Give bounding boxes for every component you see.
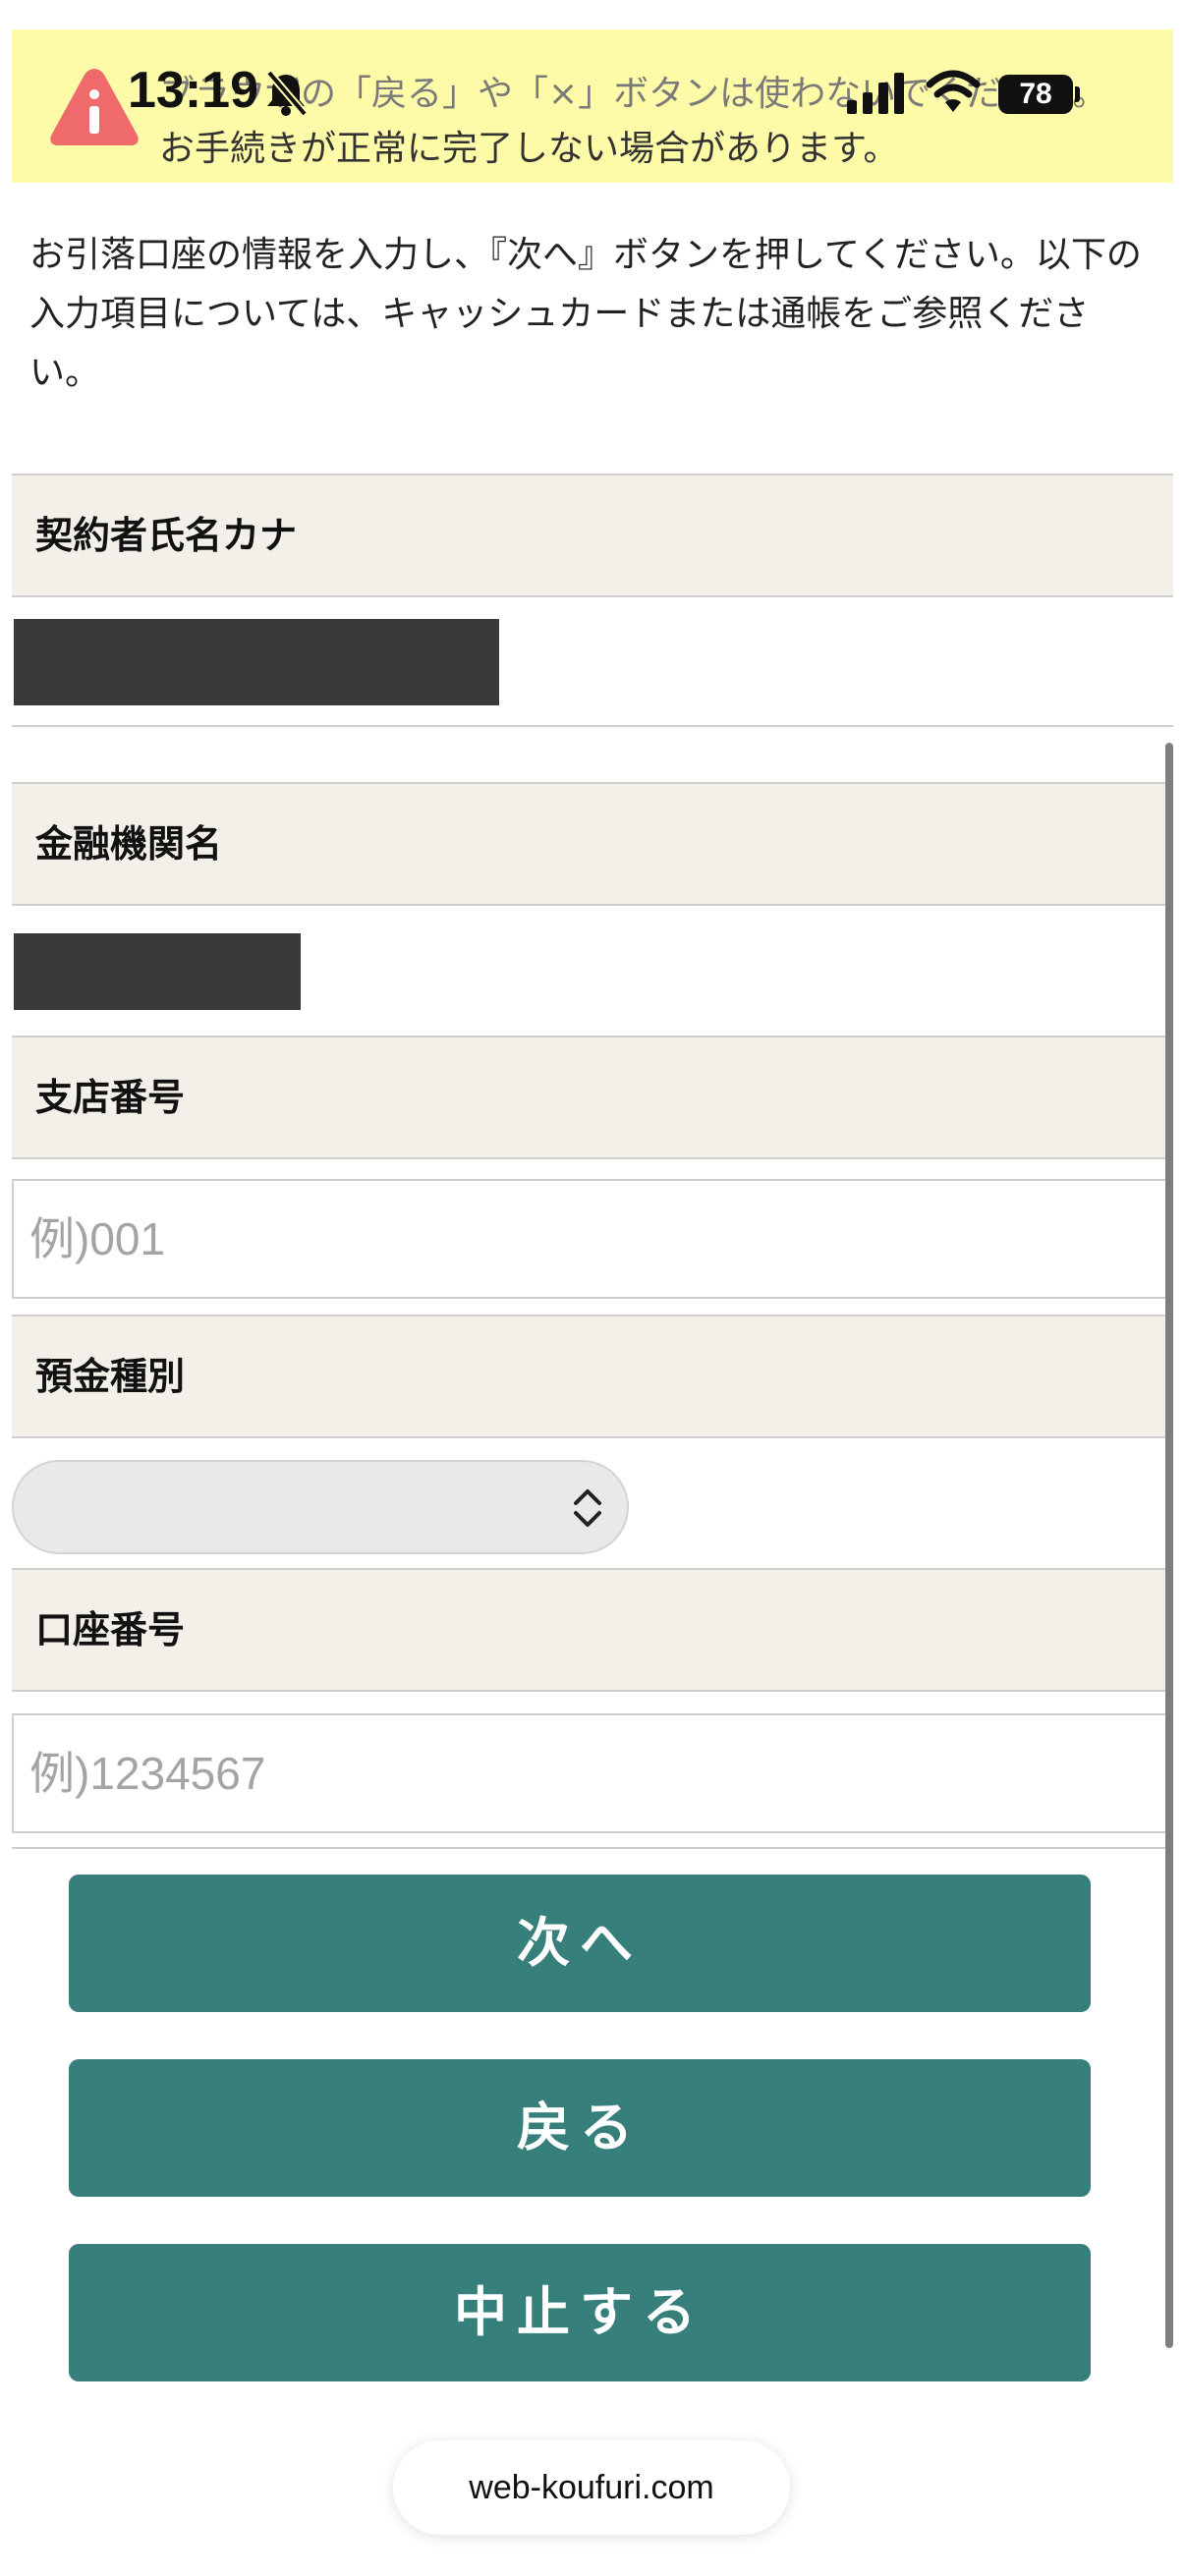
section-account-number: 口座番号 xyxy=(12,1568,1173,1692)
divider xyxy=(12,725,1173,727)
section-branch-number: 支店番号 xyxy=(12,1036,1173,1159)
contract-name-kana-label: 契約者氏名カナ xyxy=(35,514,298,557)
signal-icon xyxy=(847,73,904,114)
branch-number-label: 支店番号 xyxy=(35,1076,186,1119)
redacted-bank-name xyxy=(14,933,301,1010)
wifi-icon xyxy=(926,70,981,112)
branch-number-input[interactable] xyxy=(12,1179,1173,1299)
intro-text: お引落口座の情報を入力し、『次へ』ボタンを押してください。以下の入力項目について… xyxy=(29,235,1142,393)
chevron-updown-icon xyxy=(574,1489,601,1527)
bell-slash-icon xyxy=(265,70,309,117)
battery-icon: 78 xyxy=(998,75,1073,114)
cancel-button[interactable]: 中止する xyxy=(69,2244,1091,2381)
warning-text-line2: お手続きが正常に完了しない場合があります。 xyxy=(159,129,899,169)
scrollbar[interactable] xyxy=(1165,743,1173,2348)
battery-cap xyxy=(1075,86,1080,102)
redacted-contract-name xyxy=(14,619,499,705)
deposit-type-select[interactable] xyxy=(12,1460,629,1554)
next-button[interactable]: 次へ xyxy=(69,1875,1091,2012)
account-number-input[interactable] xyxy=(12,1713,1173,1833)
divider xyxy=(12,1847,1173,1849)
back-button[interactable]: 戻る xyxy=(69,2059,1091,2197)
section-bank-name: 金融機関名 xyxy=(12,782,1173,906)
account-number-label: 口座番号 xyxy=(35,1608,186,1652)
section-deposit-type: 預金種別 xyxy=(12,1315,1173,1438)
section-contract-name-kana: 契約者氏名カナ xyxy=(12,474,1173,597)
status-time: 13:19 xyxy=(128,62,258,119)
browser-url-bar[interactable]: web-koufuri.com xyxy=(393,2440,790,2535)
bank-name-label: 金融機関名 xyxy=(35,822,223,866)
deposit-type-label: 預金種別 xyxy=(35,1355,186,1398)
